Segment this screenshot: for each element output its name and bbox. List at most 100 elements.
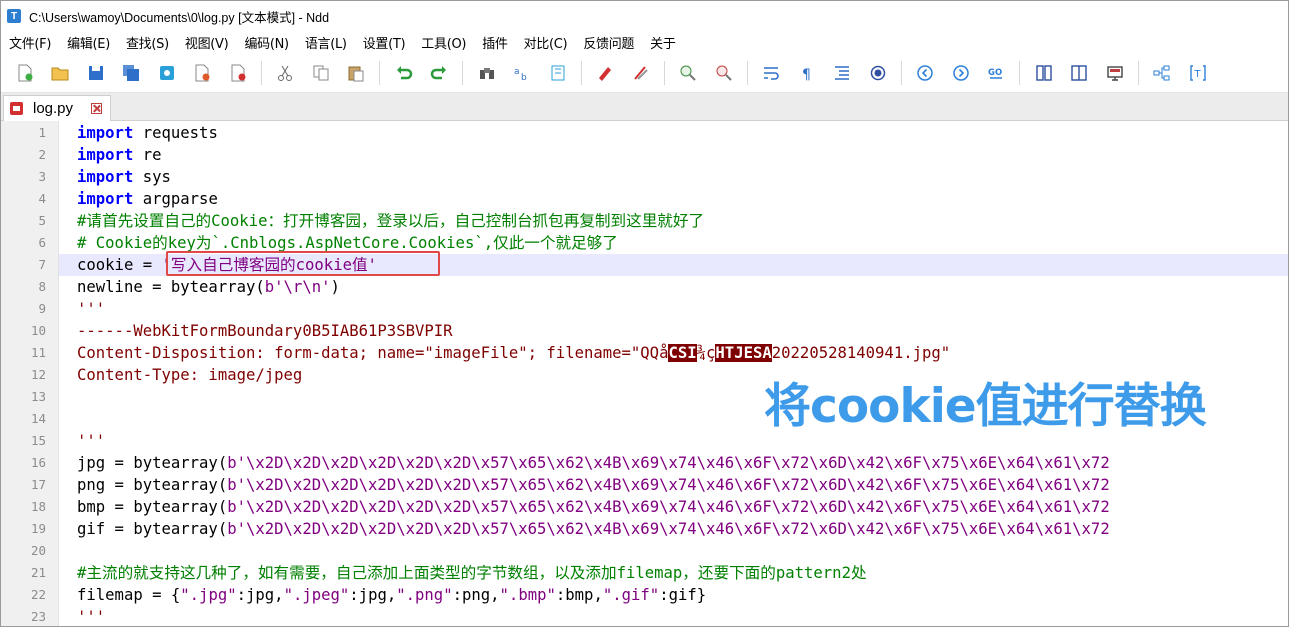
line-number: 5 bbox=[38, 213, 46, 228]
code-line-5: #请首先设置自己的Cookie：打开博客园，登录以后，自己控制台抓包再复制到这里… bbox=[77, 212, 705, 230]
window-title: C:\Users\wamoy\Documents\0\log.py [文本模式]… bbox=[29, 10, 330, 25]
find-icon[interactable] bbox=[475, 61, 499, 85]
redo-icon[interactable] bbox=[427, 61, 451, 85]
toolbar-separator bbox=[1137, 60, 1139, 85]
line-number: 3 bbox=[38, 169, 46, 184]
annotation-text: 将cookie值进行替换 bbox=[763, 378, 1208, 435]
undo-icon[interactable] bbox=[392, 61, 416, 85]
code-line-3: import sys bbox=[77, 166, 171, 188]
line-number: 22 bbox=[30, 587, 46, 602]
line-number: 10 bbox=[30, 323, 46, 338]
code-editor[interactable]: 1 2 3 4 5 6 7 8 9 10 11 12 13 14 15 16 1… bbox=[1, 121, 1288, 626]
line-number: 13 bbox=[30, 389, 46, 404]
svg-text:GO: GO bbox=[988, 68, 1002, 78]
zoom-in-icon[interactable] bbox=[676, 61, 700, 85]
next-icon[interactable] bbox=[949, 61, 973, 85]
copy-icon[interactable] bbox=[309, 61, 333, 85]
goto-icon[interactable]: GO bbox=[984, 61, 1008, 85]
tab-bar: log.py bbox=[1, 93, 1288, 121]
save-icon[interactable] bbox=[84, 61, 108, 85]
cut-icon[interactable] bbox=[273, 61, 297, 85]
tab-close-icon[interactable] bbox=[91, 103, 103, 114]
code-text: 20220528140941.jpg" bbox=[771, 344, 951, 362]
toolbar: ab ¶ GO T bbox=[1, 53, 1288, 93]
paste-icon[interactable] bbox=[344, 61, 368, 85]
menu-language[interactable]: 语言(L) bbox=[297, 33, 355, 52]
menu-encoding[interactable]: 编码(N) bbox=[236, 33, 296, 52]
zoom-out-icon[interactable] bbox=[712, 61, 736, 85]
code-text: :bmp, bbox=[555, 586, 603, 604]
code-text: requests bbox=[133, 124, 218, 142]
line-number: 2 bbox=[38, 147, 46, 162]
clear-mark-icon[interactable] bbox=[629, 61, 653, 85]
menu-compare[interactable]: 对比(C) bbox=[516, 33, 576, 52]
bytes-literal: b'\x2D\x2D\x2D\x2D\x2D\x2D\x57\x65\x62\x… bbox=[227, 476, 1110, 494]
control-char-badge: HTJ bbox=[715, 344, 744, 362]
menu-about[interactable]: 关于 bbox=[642, 33, 683, 52]
word-wrap-icon[interactable] bbox=[759, 61, 783, 85]
save-as-icon[interactable] bbox=[155, 61, 179, 85]
tab-log-py[interactable]: log.py bbox=[3, 95, 111, 121]
line-number: 8 bbox=[38, 279, 46, 294]
line-number: 21 bbox=[30, 565, 46, 580]
line-number: 6 bbox=[38, 235, 46, 250]
toolbar-separator bbox=[900, 60, 902, 85]
code-text: argparse bbox=[133, 190, 218, 208]
svg-text:¶: ¶ bbox=[802, 67, 811, 82]
close-all-icon[interactable] bbox=[226, 61, 250, 85]
menu-bar: 文件(F) 编辑(E) 查找(S) 视图(V) 编码(N) 语言(L) 设置(T… bbox=[1, 31, 1288, 53]
tree-icon[interactable] bbox=[1150, 61, 1174, 85]
bookmark-icon[interactable] bbox=[546, 61, 570, 85]
menu-search[interactable]: 查找(S) bbox=[118, 33, 177, 52]
code-text: jpg = bytearray( bbox=[77, 454, 228, 472]
code-line-1: import requests bbox=[77, 122, 218, 144]
line-number: 19 bbox=[30, 521, 46, 536]
app-icon: T bbox=[7, 9, 21, 23]
mark-icon[interactable] bbox=[593, 61, 617, 85]
code-text: sys bbox=[133, 168, 171, 186]
text-mode-icon[interactable]: T bbox=[1186, 61, 1210, 85]
menu-file[interactable]: 文件(F) bbox=[1, 33, 59, 52]
string-literal: b'\r\n' bbox=[264, 278, 331, 296]
menu-feedback[interactable]: 反馈问题 bbox=[575, 33, 642, 52]
code-text: :gif} bbox=[659, 586, 707, 604]
split-view-icon[interactable] bbox=[1067, 61, 1091, 85]
control-char-badge: ESA bbox=[743, 344, 772, 362]
code-text: ¾ç bbox=[696, 344, 716, 362]
show-symbols-icon[interactable]: ¶ bbox=[795, 61, 819, 85]
bytes-literal: b'\x2D\x2D\x2D\x2D\x2D\x2D\x57\x65\x62\x… bbox=[227, 520, 1110, 538]
bytes-literal: b'\x2D\x2D\x2D\x2D\x2D\x2D\x57\x65\x62\x… bbox=[227, 454, 1110, 472]
menu-tools[interactable]: 工具(O) bbox=[413, 33, 474, 52]
compare-icon[interactable] bbox=[1032, 61, 1056, 85]
svg-text:a: a bbox=[514, 67, 520, 77]
record-icon[interactable] bbox=[866, 61, 890, 85]
menu-plugins[interactable]: 插件 bbox=[474, 33, 515, 52]
menu-view[interactable]: 视图(V) bbox=[177, 33, 237, 52]
string-literal: ".png" bbox=[396, 586, 453, 604]
svg-text:T: T bbox=[1193, 69, 1201, 80]
code-line-4: import argparse bbox=[77, 188, 218, 210]
menu-edit[interactable]: 编辑(E) bbox=[59, 33, 118, 52]
code-line-8: newline = bytearray(b'\r\n') bbox=[77, 276, 340, 298]
monitor-icon[interactable] bbox=[1103, 61, 1127, 85]
code-text: :jpg, bbox=[236, 586, 284, 604]
prev-icon[interactable] bbox=[913, 61, 937, 85]
line-number: 12 bbox=[30, 367, 46, 382]
code-text: :jpg, bbox=[349, 586, 397, 604]
save-all-icon[interactable] bbox=[119, 61, 143, 85]
new-file-icon[interactable] bbox=[13, 61, 37, 85]
indent-guide-icon[interactable] bbox=[830, 61, 854, 85]
bytes-literal: b'\x2D\x2D\x2D\x2D\x2D\x2D\x57\x65\x62\x… bbox=[227, 498, 1110, 516]
line-number: 1 bbox=[38, 125, 46, 140]
string-literal: ".jpeg" bbox=[283, 586, 350, 604]
close-file-icon[interactable] bbox=[190, 61, 214, 85]
line-number: 16 bbox=[30, 455, 46, 470]
code-text: png = bytearray( bbox=[77, 476, 228, 494]
code-line-9: ''' bbox=[77, 300, 106, 318]
open-folder-icon[interactable] bbox=[48, 61, 72, 85]
keyword: import bbox=[77, 124, 134, 142]
replace-icon[interactable]: ab bbox=[510, 61, 534, 85]
toolbar-separator bbox=[379, 60, 380, 85]
menu-settings[interactable]: 设置(T) bbox=[355, 33, 414, 52]
control-char-badge: CSI bbox=[668, 344, 697, 362]
